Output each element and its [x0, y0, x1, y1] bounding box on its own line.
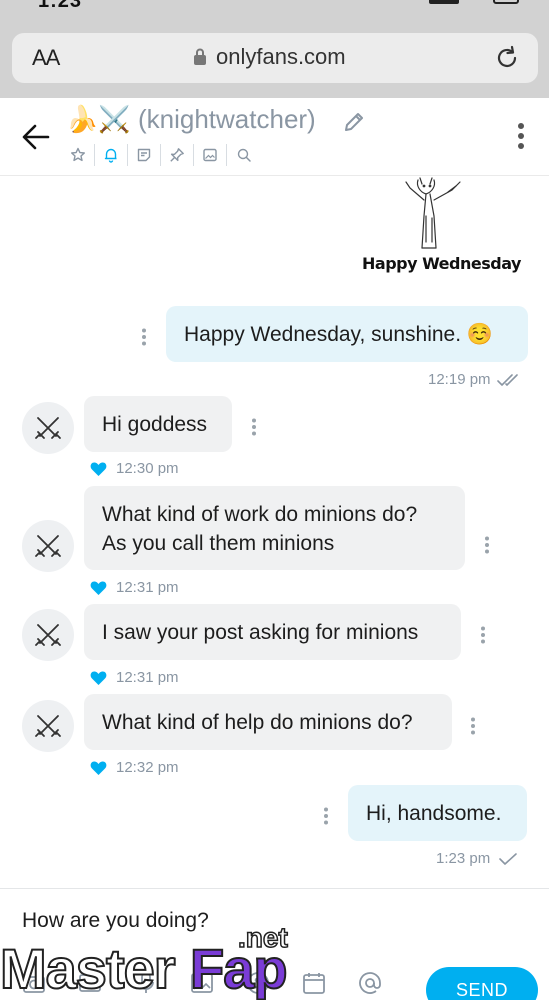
note-icon: [137, 148, 151, 162]
image-icon: [203, 148, 217, 162]
pin-button[interactable]: [161, 144, 194, 166]
star-icon: [71, 147, 85, 162]
heart-icon[interactable]: [90, 580, 107, 596]
search-button[interactable]: [227, 144, 260, 166]
message-time: 12:30 pm: [116, 460, 179, 477]
sticker-caption: Happy Wednesday: [362, 254, 521, 273]
message-time: 12:31 pm: [116, 579, 179, 596]
address-bar[interactable]: AA onlyfans.com: [12, 33, 538, 83]
message-time: 12:31 pm: [116, 669, 179, 686]
signal-icon: [429, 0, 459, 4]
notifications-button[interactable]: [95, 144, 128, 166]
contact-emoji: 🍌⚔️: [66, 104, 131, 134]
message-options-icon[interactable]: [251, 418, 257, 436]
message-time: 1:23 pm: [436, 850, 491, 867]
watermark-suffix: .net: [237, 921, 288, 954]
reader-aa-button[interactable]: AA: [32, 45, 60, 71]
at-icon[interactable]: [358, 971, 382, 995]
message-bubble-outgoing[interactable]: Happy Wednesday, sunshine. ☺️: [166, 306, 528, 362]
contact-name[interactable]: 🍌⚔️ (knightwatcher): [66, 104, 316, 135]
message-text: What kind of help do minions do?: [102, 711, 413, 734]
heart-icon[interactable]: [90, 760, 107, 776]
contact-username: (knightwatcher): [137, 104, 316, 134]
notes-button[interactable]: [128, 144, 161, 166]
message-text-line: What kind of work do minions do?: [102, 503, 418, 526]
message-time: 12:19 pm: [428, 371, 491, 388]
crossed-swords-icon: [35, 624, 61, 646]
message-meta: 12:30 pm: [90, 460, 179, 477]
message-meta: 12:32 pm: [90, 759, 179, 776]
message-text: I saw your post asking for minions: [102, 621, 419, 644]
back-arrow-icon[interactable]: [22, 124, 50, 150]
message-bubble-incoming[interactable]: What kind of work do minions do? As you …: [84, 486, 465, 570]
message-text: Hi goddess: [102, 413, 208, 436]
crossed-swords-icon: [35, 535, 61, 557]
message-bubble-incoming[interactable]: I saw your post asking for minions: [84, 604, 461, 660]
chat-header: 🍌⚔️ (knightwatcher): [0, 98, 549, 176]
avatar[interactable]: [22, 402, 74, 454]
message-bubble-incoming[interactable]: Hi goddess: [84, 396, 232, 452]
browser-bar: AA onlyfans.com: [0, 20, 549, 98]
message-options-icon[interactable]: [323, 807, 329, 825]
message-meta: 12:31 pm: [90, 579, 179, 596]
message-bubble-incoming[interactable]: What kind of help do minions do?: [84, 694, 452, 750]
header-toolbar: [62, 144, 260, 166]
send-button[interactable]: SEND: [426, 967, 538, 1000]
message-meta: 12:19 pm: [428, 371, 523, 388]
url-text: onlyfans.com: [216, 44, 346, 69]
bell-icon: [104, 148, 117, 163]
crossed-swords-icon: [35, 715, 61, 737]
message-text-line: As you call them minions: [102, 532, 335, 555]
message-options-icon[interactable]: [480, 626, 486, 644]
single-check-icon: [499, 852, 518, 865]
status-indicators: [429, 0, 519, 6]
message-list[interactable]: Happy Wednesday Happy Wednesday, sunshin…: [0, 176, 549, 888]
watermark: Master Fap .net: [0, 921, 320, 1000]
search-icon: [237, 148, 251, 162]
message-options-icon[interactable]: [141, 328, 147, 346]
avatar[interactable]: [22, 700, 74, 752]
message-text: Happy Wednesday, sunshine. ☺️: [184, 323, 494, 346]
message-time: 12:32 pm: [116, 759, 179, 776]
favorite-button[interactable]: [62, 144, 95, 166]
message-options-icon[interactable]: [470, 717, 476, 735]
pin-icon: [170, 148, 184, 162]
avatar[interactable]: [22, 609, 74, 661]
more-options-icon[interactable]: [517, 122, 525, 150]
crossed-swords-icon: [35, 417, 61, 439]
status-time: 1:23: [38, 0, 83, 12]
heart-icon[interactable]: [90, 461, 107, 477]
avatar[interactable]: [22, 520, 74, 572]
lock-icon: [194, 48, 206, 65]
message-meta: 1:23 pm: [436, 850, 522, 867]
pencil-icon[interactable]: [342, 110, 366, 134]
heart-icon[interactable]: [90, 670, 107, 686]
watermark-main: Master: [0, 936, 177, 1000]
media-button[interactable]: [194, 144, 227, 166]
message-meta: 12:31 pm: [90, 669, 179, 686]
message-options-icon[interactable]: [484, 536, 490, 554]
message-bubble-outgoing[interactable]: Hi, handsome.: [348, 785, 527, 841]
reload-icon[interactable]: [494, 45, 520, 71]
battery-icon: [493, 0, 519, 4]
message-text: Hi, handsome.: [366, 802, 502, 825]
double-check-icon: [496, 373, 518, 386]
